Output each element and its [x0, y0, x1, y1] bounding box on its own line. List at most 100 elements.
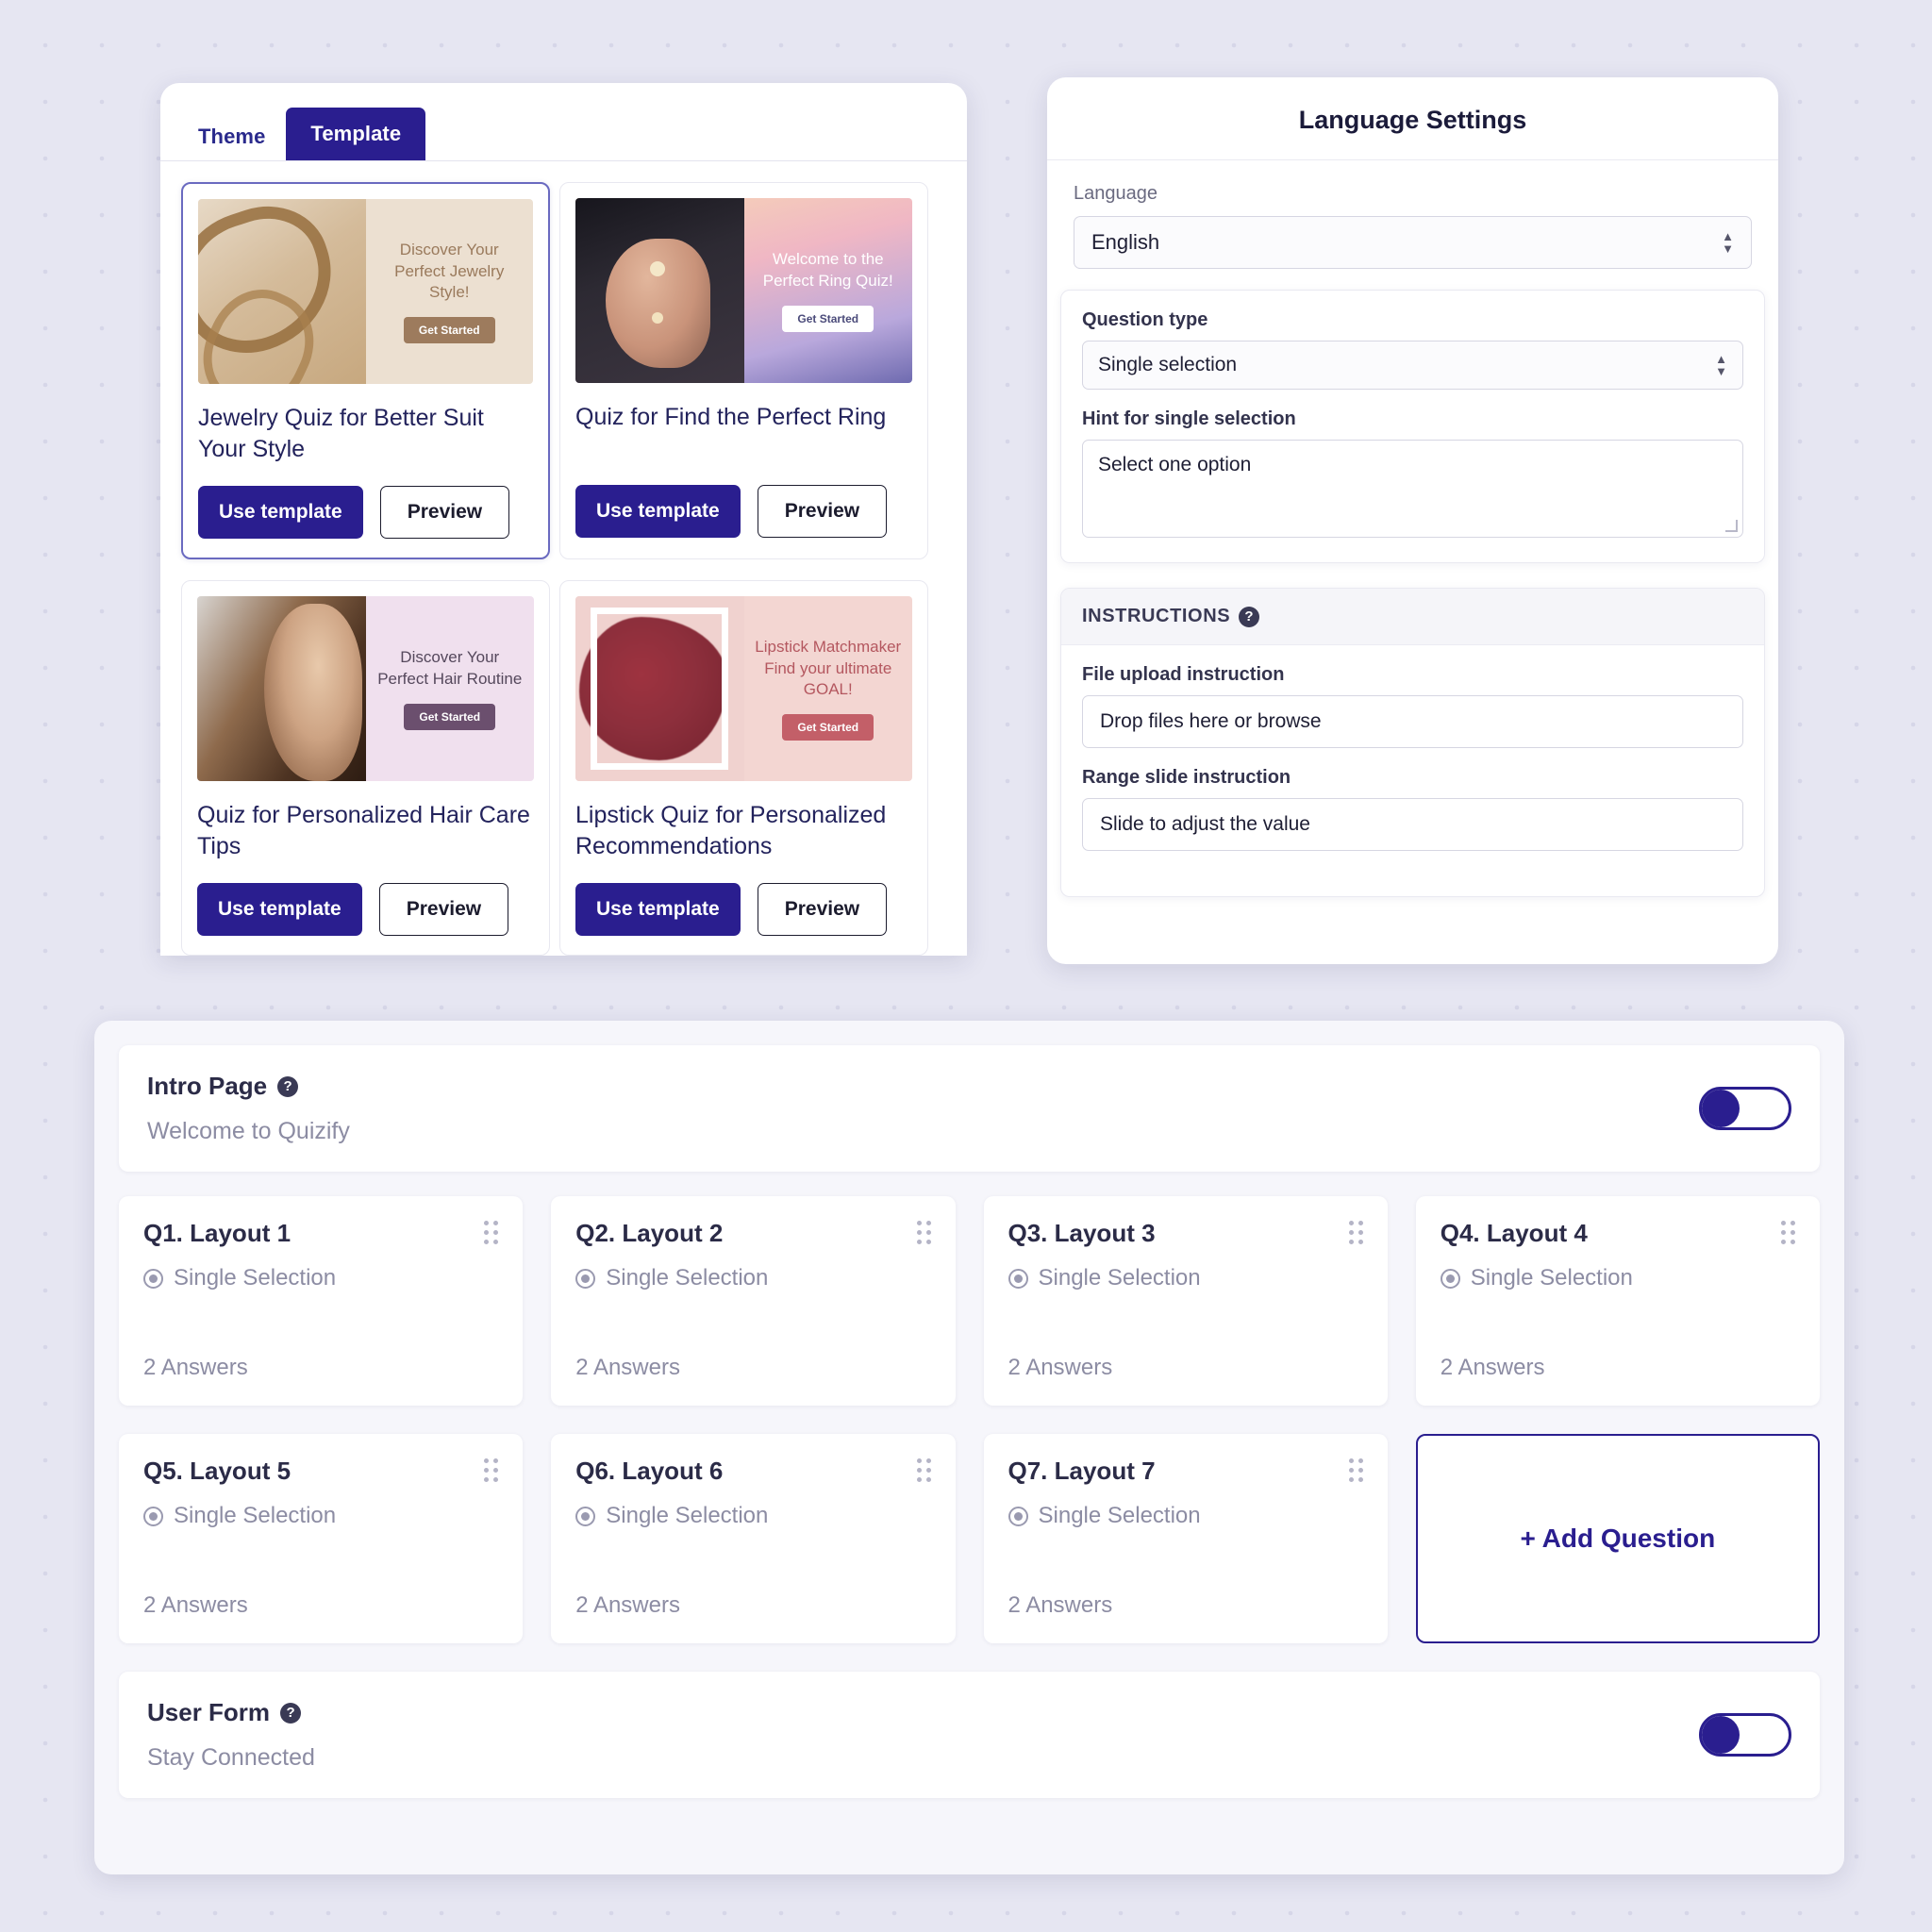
question-type-label: Single Selection	[174, 1503, 337, 1528]
hint-textarea[interactable]: Select one option	[1082, 440, 1743, 538]
template-name: Quiz for Find the Perfect Ring	[575, 404, 887, 430]
template-panel: Theme Template Discover Your Perfect Jew…	[160, 83, 967, 956]
radio-button-icon	[1440, 1268, 1460, 1289]
template-actions: Use template Preview	[197, 883, 534, 936]
template-tabbar: Theme Template	[160, 83, 967, 161]
template-actions: Use template Preview	[198, 486, 533, 539]
use-template-button[interactable]: Use template	[575, 485, 741, 538]
language-settings-title: Language Settings	[1047, 77, 1778, 160]
question-title: Q2. Layout 2	[575, 1219, 724, 1247]
template-thumbnail-body: Welcome to the Perfect Ring Quiz! Get Sta…	[744, 198, 913, 383]
add-question-button[interactable]: + Add Question	[1415, 1434, 1820, 1643]
toggle-knob	[1702, 1716, 1740, 1754]
question-grid: Q1. Layout 1 Single Selection 2 Answers Q2.…	[119, 1196, 1820, 1643]
drag-handle-icon[interactable]	[1781, 1221, 1795, 1244]
question-card[interactable]: Q7. Layout 7 Single Selection 2 Answers	[983, 1434, 1388, 1643]
drag-handle-icon[interactable]	[1348, 1221, 1363, 1244]
preview-button[interactable]: Preview	[379, 486, 510, 539]
language-select[interactable]: English ▲ ▼	[1074, 216, 1752, 269]
question-card[interactable]: Q6. Layout 6 Single Selection 2 Answers	[551, 1434, 956, 1643]
user-form-section: User Form ? Stay Connected	[119, 1672, 1820, 1798]
intro-page-title: Intro Page	[147, 1072, 268, 1100]
question-title: Q7. Layout 7	[1008, 1457, 1156, 1485]
question-card[interactable]: Q2. Layout 2 Single Selection 2 Answers	[551, 1196, 956, 1406]
intro-page-toggle[interactable]	[1699, 1087, 1791, 1130]
question-answer-count: 2 Answers	[575, 1592, 680, 1618]
template-card[interactable]: Discover Your Perfect Jewelry Style! Get …	[181, 182, 550, 559]
drag-handle-icon[interactable]	[1348, 1458, 1363, 1482]
template-card[interactable]: Welcome to the Perfect Ring Quiz! Get Sta…	[559, 182, 928, 559]
template-thumbnail-image	[575, 596, 744, 781]
template-thumbnail-title: Welcome to the Perfect Ring Quiz!	[762, 250, 893, 290]
question-type-label: Single Selection	[1038, 1503, 1201, 1528]
radio-button-icon	[143, 1506, 163, 1526]
range-slide-label: Range slide instruction	[1082, 767, 1291, 788]
hint-label: Hint for single selection	[1082, 408, 1296, 429]
question-answer-count: 2 Answers	[1440, 1355, 1545, 1380]
help-icon[interactable]: ?	[280, 1702, 302, 1724]
language-field-group: Language English ▲ ▼	[1047, 160, 1778, 269]
language-select-value: English	[1091, 230, 1160, 254]
question-answer-count: 2 Answers	[1008, 1592, 1113, 1618]
question-type-value: Single selection	[1098, 354, 1238, 375]
template-thumbnail-body: Discover Your Perfect Jewelry Style! Get …	[366, 199, 534, 384]
question-type-label: Single Selection	[1470, 1265, 1633, 1291]
template-thumbnail-image	[575, 198, 744, 383]
radio-button-icon	[575, 1506, 596, 1526]
file-upload-input[interactable]: Drop files here or browse	[1082, 695, 1743, 748]
use-template-button[interactable]: Use template	[197, 883, 362, 936]
use-template-button[interactable]: Use template	[575, 883, 741, 936]
drag-handle-icon[interactable]	[484, 1458, 499, 1482]
instructions-header: INSTRUCTIONS ?	[1061, 589, 1764, 645]
user-form-toggle[interactable]	[1699, 1713, 1791, 1757]
question-type-row: Single Selection	[1008, 1503, 1363, 1529]
user-form-subtitle: Stay Connected	[147, 1744, 315, 1771]
radio-button-icon	[1008, 1268, 1028, 1289]
help-icon[interactable]: ?	[277, 1075, 299, 1097]
tab-template[interactable]: Template	[286, 108, 426, 160]
help-icon[interactable]: ?	[1239, 606, 1260, 627]
language-label: Language	[1074, 183, 1158, 204]
template-thumbnail: Welcome to the Perfect Ring Quiz! Get Sta…	[575, 198, 912, 383]
question-type-label: Single Selection	[606, 1503, 769, 1528]
use-template-button[interactable]: Use template	[198, 486, 363, 539]
question-title: Q4. Layout 4	[1440, 1219, 1588, 1247]
question-card[interactable]: Q1. Layout 1 Single Selection 2 Answers	[119, 1196, 524, 1406]
question-type-row: Single Selection	[575, 1503, 930, 1529]
template-thumbnail: Discover Your Perfect Jewelry Style! Get …	[198, 199, 533, 384]
drag-handle-icon[interactable]	[916, 1458, 931, 1482]
drag-handle-icon[interactable]	[916, 1221, 931, 1244]
template-thumbnail-body: Discover Your Perfect Hair Routine Get St…	[366, 596, 535, 781]
template-thumbnail: Lipstick Matchmaker Find your ultimate G…	[575, 596, 912, 781]
chevron-updown-icon: ▲ ▼	[1715, 351, 1727, 378]
template-card[interactable]: Discover Your Perfect Hair Routine Get St…	[181, 580, 550, 956]
preview-button[interactable]: Preview	[757, 485, 888, 538]
template-thumbnail-image	[198, 199, 366, 384]
preview-button[interactable]: Preview	[378, 883, 509, 936]
template-grid: Discover Your Perfect Jewelry Style! Get …	[160, 161, 967, 956]
instructions-card: INSTRUCTIONS ? File upload instruction D…	[1060, 588, 1765, 897]
question-card[interactable]: Q5. Layout 5 Single Selection 2 Answers	[119, 1434, 524, 1643]
range-slide-input[interactable]: Slide to adjust the value	[1082, 798, 1743, 851]
question-type-row: Single Selection	[143, 1503, 498, 1529]
tab-theme[interactable]: Theme	[177, 113, 286, 160]
template-actions: Use template Preview	[575, 485, 912, 538]
chevron-updown-icon: ▲ ▼	[1722, 228, 1734, 256]
question-title: Q1. Layout 1	[143, 1219, 291, 1247]
toggle-knob	[1702, 1090, 1740, 1127]
template-thumbnail-title: Discover Your Perfect Jewelry Style!	[394, 240, 505, 302]
question-type-row: Single Selection	[1008, 1265, 1363, 1291]
question-card[interactable]: Q4. Layout 4 Single Selection 2 Answers	[1415, 1196, 1820, 1406]
question-answer-count: 2 Answers	[575, 1355, 680, 1380]
question-answer-count: 2 Answers	[1008, 1355, 1113, 1380]
preview-button[interactable]: Preview	[757, 883, 888, 936]
intro-page-section: Intro Page ? Welcome to Quizify	[119, 1045, 1820, 1172]
drag-handle-icon[interactable]	[484, 1221, 499, 1244]
question-type-label: Single Selection	[1038, 1265, 1201, 1291]
question-answer-count: 2 Answers	[143, 1355, 248, 1380]
question-card[interactable]: Q3. Layout 3 Single Selection 2 Answers	[983, 1196, 1388, 1406]
template-card[interactable]: Lipstick Matchmaker Find your ultimate G…	[559, 580, 928, 956]
question-type-select[interactable]: Single selection ▲ ▼	[1082, 341, 1743, 390]
instructions-heading-label: INSTRUCTIONS	[1082, 606, 1231, 626]
language-settings-panel: Language Settings Language English ▲ ▼ Qu…	[1047, 77, 1778, 964]
